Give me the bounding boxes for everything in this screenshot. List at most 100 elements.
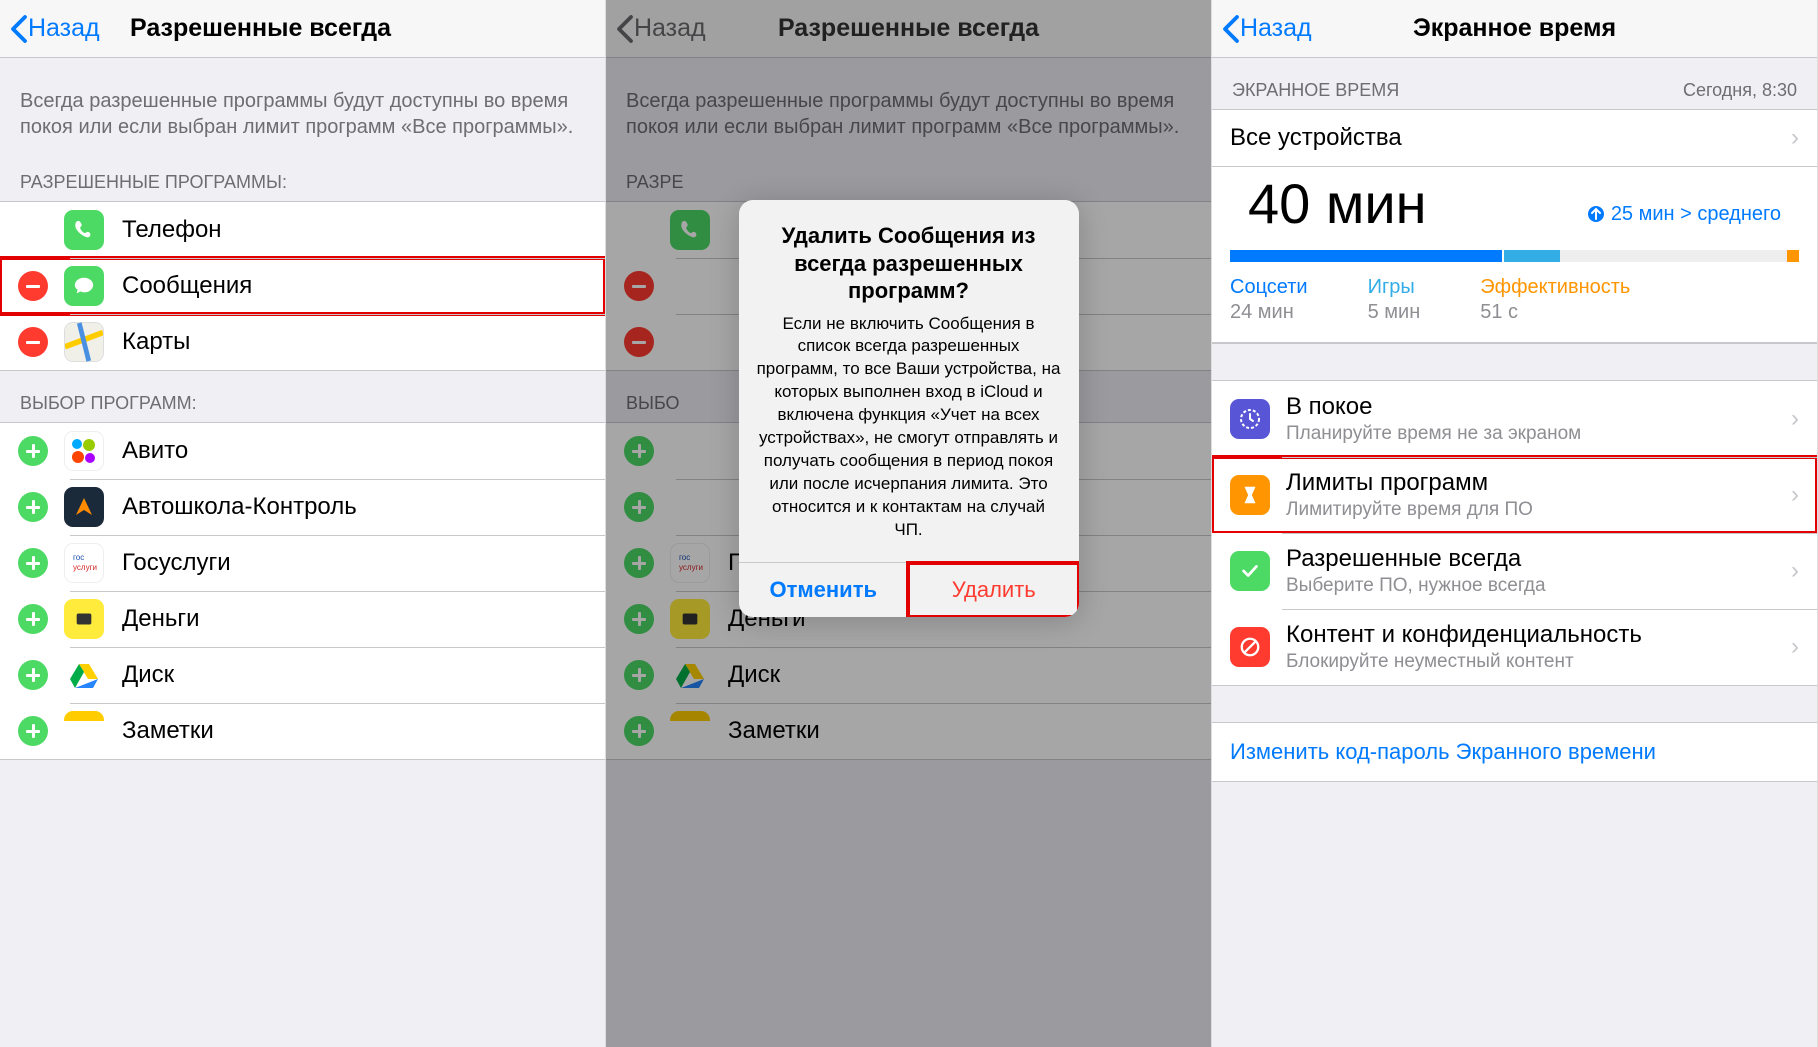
chevron-right-icon: › (1791, 481, 1799, 509)
add-button[interactable] (18, 604, 48, 634)
remove-button[interactable] (18, 271, 48, 301)
section-choose-label: ВЫБОР ПРОГРАММ: (0, 371, 605, 422)
usage-summary: 40 мин 25 мин > среднего Соцсети 24 мин (1212, 167, 1817, 344)
section-allowed-label: РАЗРЕШЕННЫЕ ПРОГРАММЫ: (0, 150, 605, 201)
menu-subtitle: Лимитируйте время для ПО (1286, 499, 1799, 521)
chevron-left-icon (10, 14, 28, 44)
delete-button[interactable]: Удалить (908, 563, 1079, 617)
back-label: Назад (1240, 14, 1312, 43)
back-button[interactable]: Назад (0, 14, 100, 44)
phone-icon (64, 210, 104, 250)
add-button[interactable] (18, 660, 48, 690)
stat-label: Игры (1368, 276, 1421, 299)
trend-text: 25 мин > среднего (1611, 203, 1781, 226)
devices-label: Все устройства (1230, 124, 1799, 152)
allowed-row-messages[interactable]: Сообщения (0, 258, 605, 314)
bar-segment-social (1230, 250, 1502, 262)
content-privacy-icon (1230, 627, 1270, 667)
maps-icon (64, 322, 104, 362)
description: Всегда разрешенные программы будут досту… (0, 58, 605, 150)
bar-segment-productivity (1787, 250, 1799, 262)
bar-segment-games (1504, 250, 1561, 262)
dialog-body: Если не включить Сообщения в список всег… (739, 313, 1079, 562)
remove-button[interactable] (18, 327, 48, 357)
panel-always-allowed-dialog: Назад Разрешенные всегда Всегда разрешен… (606, 0, 1212, 1047)
screentime-menu: В покое Планируйте время не за экраном ›… (1212, 380, 1817, 686)
chevron-right-icon: › (1791, 557, 1799, 585)
stat-social: Соцсети 24 мин (1230, 276, 1308, 324)
arrow-up-icon (1587, 205, 1605, 223)
always-allowed-icon (1230, 551, 1270, 591)
nav-bar: Назад Экранное время (1212, 0, 1817, 58)
row-label: Сообщения (122, 272, 252, 300)
row-label: Диск (122, 661, 174, 689)
stat-label: Эффективность (1480, 276, 1630, 299)
choose-row[interactable]: Деньги (0, 591, 605, 647)
menu-title: Разрешенные всегда (1286, 545, 1799, 573)
messages-icon (64, 266, 104, 306)
section-screentime-label: ЭКРАННОЕ ВРЕМЯ Сегодня, 8:30 (1212, 58, 1817, 109)
choose-row[interactable]: Автошкола-Контроль (0, 479, 605, 535)
choose-apps-group: Авито Автошкола-Контроль госуслуги Госус… (0, 422, 605, 760)
choose-row[interactable]: Авито (0, 423, 605, 479)
usage-bar-chart (1230, 250, 1799, 262)
choose-row[interactable]: Диск (0, 647, 605, 703)
dialog-buttons: Отменить Удалить (739, 562, 1079, 617)
back-button[interactable]: Назад (1212, 14, 1312, 44)
add-button[interactable] (18, 548, 48, 578)
menu-always-allowed[interactable]: Разрешенные всегда Выберите ПО, нужное в… (1212, 533, 1817, 609)
chevron-left-icon (1222, 14, 1240, 44)
row-label: Телефон (122, 216, 222, 244)
total-time: 40 мин (1230, 167, 1445, 244)
add-button[interactable] (18, 716, 48, 746)
stats-row: Соцсети 24 мин Игры 5 мин Эффективность … (1212, 276, 1817, 343)
menu-content-privacy[interactable]: Контент и конфиденциальность Блокируйте … (1212, 609, 1817, 685)
menu-subtitle: Выберите ПО, нужное всегда (1286, 575, 1799, 597)
row-label: Заметки (122, 717, 214, 745)
menu-downtime[interactable]: В покое Планируйте время не за экраном › (1212, 381, 1817, 457)
avito-icon (64, 431, 104, 471)
confirm-dialog: Удалить Сообщения из всегда разрешенных … (739, 200, 1079, 617)
money-icon (64, 599, 104, 639)
svg-text:гос: гос (73, 553, 84, 562)
add-button[interactable] (18, 436, 48, 466)
menu-subtitle: Блокируйте неуместный контент (1286, 651, 1799, 673)
svg-text:услуги: услуги (73, 563, 97, 572)
panel-screen-time: Назад Экранное время ЭКРАННОЕ ВРЕМЯ Сего… (1212, 0, 1818, 1047)
all-devices-row[interactable]: Все устройства › (1212, 109, 1817, 167)
dialog-title: Удалить Сообщения из всегда разрешенных … (739, 200, 1079, 313)
choose-row[interactable]: Заметки (0, 703, 605, 759)
cancel-button[interactable]: Отменить (739, 563, 909, 617)
menu-title: Контент и конфиденциальность (1286, 621, 1799, 649)
back-label: Назад (28, 14, 100, 43)
stat-games: Игры 5 мин (1368, 276, 1421, 324)
time-trend: 25 мин > среднего (1587, 203, 1781, 226)
allowed-row-phone[interactable]: Телефон (0, 202, 605, 258)
row-label: Госуслуги (122, 549, 231, 577)
row-label: Автошкола-Контроль (122, 493, 357, 521)
menu-app-limits[interactable]: Лимиты программ Лимитируйте время для ПО… (1212, 457, 1817, 533)
allowed-apps-group: Телефон Сообщения Карты (0, 201, 605, 371)
downtime-icon (1230, 399, 1270, 439)
chevron-right-icon: › (1791, 124, 1799, 152)
change-passcode-link[interactable]: Изменить код-пароль Экранного времени (1212, 722, 1817, 782)
nav-bar: Назад Разрешенные всегда (0, 0, 605, 58)
notes-icon (64, 711, 104, 751)
allowed-row-maps[interactable]: Карты (0, 314, 605, 370)
drive-icon (64, 655, 104, 695)
stat-value: 5 мин (1368, 301, 1421, 324)
stat-productivity: Эффективность 51 с (1480, 276, 1630, 324)
menu-title: Лимиты программ (1286, 469, 1799, 497)
panel-always-allowed: Назад Разрешенные всегда Всегда разрешен… (0, 0, 606, 1047)
app-limits-icon (1230, 475, 1270, 515)
choose-row[interactable]: госуслуги Госуслуги (0, 535, 605, 591)
gosuslugi-icon: госуслуги (64, 543, 104, 583)
chevron-right-icon: › (1791, 633, 1799, 661)
stat-value: 51 с (1480, 301, 1630, 324)
section-date: Сегодня, 8:30 (1683, 80, 1797, 101)
avtoschool-icon (64, 487, 104, 527)
row-label: Деньги (122, 605, 200, 633)
menu-subtitle: Планируйте время не за экраном (1286, 423, 1799, 445)
row-label: Авито (122, 437, 188, 465)
add-button[interactable] (18, 492, 48, 522)
